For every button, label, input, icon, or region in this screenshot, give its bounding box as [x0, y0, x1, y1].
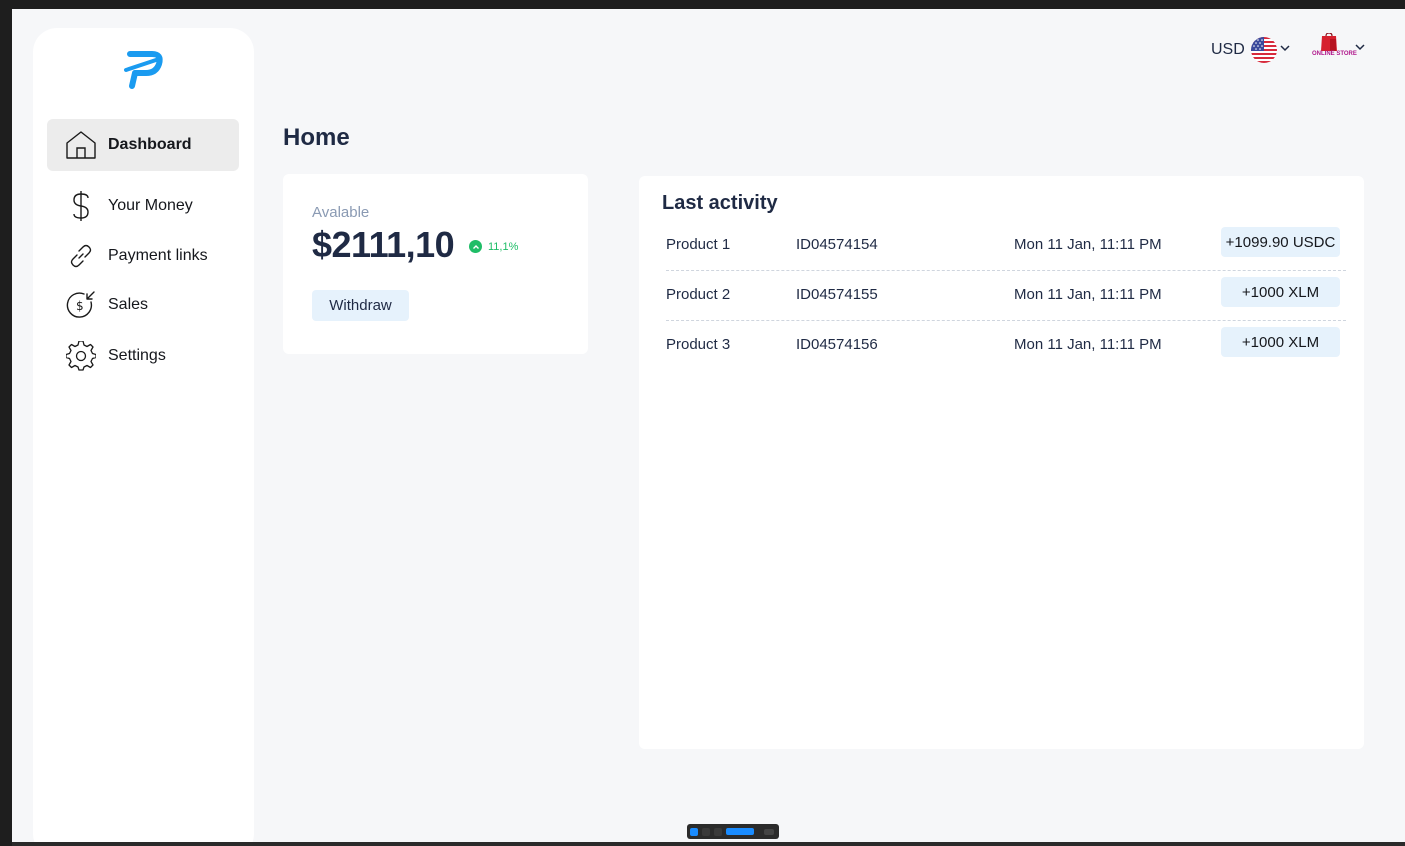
- dollar-icon: [64, 189, 98, 223]
- money-in-icon: $: [64, 288, 98, 322]
- sidebar-item-label: Settings: [108, 347, 166, 364]
- last-activity-card: Last activity Product 1 ID04574154 Mon 1…: [639, 176, 1364, 749]
- activity-amount: +1000 XLM: [1221, 277, 1340, 307]
- activity-amount: +1099.90 USDC: [1221, 227, 1340, 257]
- logo-icon[interactable]: [122, 48, 164, 92]
- activity-date: Mon 11 Jan, 11:11 PM: [1014, 336, 1162, 353]
- sidebar-item-label: Sales: [108, 296, 149, 313]
- app-canvas: Dashboard Your Money Payment links $ Sal…: [12, 9, 1405, 842]
- currency-selector[interactable]: USD: [1211, 37, 1291, 63]
- store-logo-text: ONLINE STORE: [1312, 51, 1357, 57]
- withdraw-button[interactable]: Withdraw: [312, 290, 409, 321]
- sidebar-item-your-money[interactable]: Your Money: [47, 180, 239, 232]
- comment-tool-icon[interactable]: [714, 827, 722, 836]
- activity-date: Mon 11 Jan, 11:11 PM: [1014, 286, 1162, 303]
- gear-icon: [64, 339, 98, 373]
- currency-label: USD: [1211, 41, 1245, 58]
- window-left-edge: [0, 9, 12, 846]
- activity-product: Product 1: [666, 236, 731, 253]
- activity-row[interactable]: Product 3 ID04574156 Mon 11 Jan, 11:11 P…: [666, 321, 1346, 371]
- activity-id: ID04574155: [796, 286, 878, 303]
- activity-title: Last activity: [662, 192, 778, 214]
- hand-tool-icon[interactable]: [702, 827, 710, 836]
- balance-amount: $2111,10: [312, 224, 455, 265]
- sidebar-item-payment-links[interactable]: Payment links: [47, 230, 239, 282]
- activity-amount: +1000 XLM: [1221, 327, 1340, 357]
- sidebar-item-label: Your Money: [108, 197, 193, 214]
- balance-card: Avalable $2111,10 11,1% Withdraw: [283, 174, 588, 354]
- available-label: Avalable: [312, 204, 370, 221]
- activity-product: Product 2: [666, 286, 731, 303]
- sidebar-item-label: Dashboard: [108, 136, 192, 153]
- window-bottom-edge: [12, 842, 1405, 846]
- more-icon[interactable]: [764, 828, 774, 835]
- store-account-menu[interactable]: ONLINE STORE: [1310, 32, 1366, 65]
- activity-id: ID04574156: [796, 336, 878, 353]
- sidebar: Dashboard Your Money Payment links $ Sal…: [33, 28, 254, 842]
- sidebar-item-sales[interactable]: $ Sales: [47, 279, 239, 331]
- store-logo-icon: ONLINE STORE: [1310, 32, 1357, 65]
- us-flag-icon: [1250, 37, 1277, 63]
- change-percent: 11,1%: [488, 240, 519, 253]
- floating-toolbar: [687, 824, 779, 839]
- balance-change: 11,1%: [469, 240, 518, 253]
- activity-row[interactable]: Product 2 ID04574155 Mon 11 Jan, 11:11 P…: [666, 271, 1346, 321]
- home-icon: [64, 128, 98, 162]
- chevron-down-icon: [1279, 41, 1291, 59]
- page-title: Home: [283, 124, 350, 151]
- link-icon: [64, 239, 98, 273]
- activity-row[interactable]: Product 1 ID04574154 Mon 11 Jan, 11:11 P…: [666, 221, 1346, 271]
- sidebar-item-label: Payment links: [108, 247, 208, 264]
- activity-id: ID04574154: [796, 236, 878, 253]
- sidebar-item-settings[interactable]: Settings: [47, 330, 239, 382]
- window-top-bar: [0, 0, 1405, 9]
- activity-product: Product 3: [666, 336, 731, 353]
- cursor-tool-icon[interactable]: [690, 827, 698, 836]
- toolbar-primary-button[interactable]: [726, 828, 754, 835]
- activity-date: Mon 11 Jan, 11:11 PM: [1014, 236, 1162, 253]
- arrow-up-icon: [469, 240, 482, 253]
- svg-text:$: $: [76, 299, 84, 313]
- sidebar-item-dashboard[interactable]: Dashboard: [47, 119, 239, 171]
